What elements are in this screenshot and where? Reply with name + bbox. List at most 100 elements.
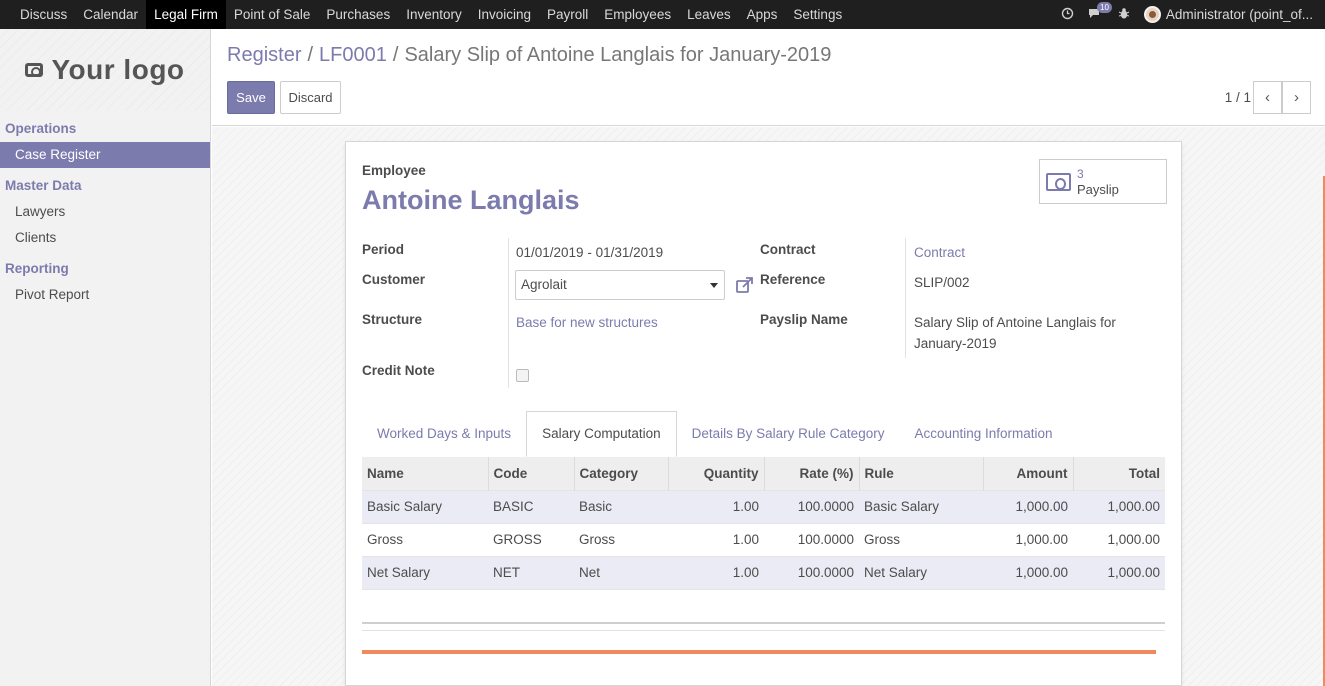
cell-total: 1,000.00 — [1073, 522, 1165, 556]
caret-down-icon — [710, 283, 718, 288]
cell-name: Net Salary — [362, 555, 488, 590]
column-header-category[interactable]: Category — [573, 457, 668, 490]
customer-select[interactable]: Agrolait — [515, 270, 725, 300]
app-menu: Discuss Calendar Legal Firm Point of Sal… — [0, 0, 850, 29]
tab-worked-days-inputs[interactable]: Worked Days & Inputs — [362, 412, 526, 457]
menu-payroll[interactable]: Payroll — [539, 0, 596, 29]
chevron-left-icon: ‹ — [1265, 89, 1270, 106]
menu-apps[interactable]: Apps — [739, 0, 786, 29]
column-header-quantity[interactable]: Quantity — [667, 457, 764, 490]
structure-link[interactable]: Base for new structures — [516, 315, 658, 330]
table-row[interactable]: Net Salary NET Net 1.00 100.0000 Net Sal… — [362, 555, 1165, 590]
reference-label: Reference — [760, 272, 826, 287]
payslip-name-line1[interactable]: Salary Slip of Antoine Langlais for — [914, 315, 1116, 330]
sidebar-item-case-register[interactable]: Case Register — [0, 142, 210, 168]
column-header-amount[interactable]: Amount — [982, 457, 1073, 490]
menu-purchases[interactable]: Purchases — [318, 0, 398, 29]
table-row[interactable]: Gross GROSS Gross 1.00 100.0000 Gross 1,… — [362, 522, 1165, 556]
sidebar-item-lawyers[interactable]: Lawyers — [0, 199, 210, 225]
breadcrumb-case[interactable]: LF0001 — [319, 44, 387, 67]
customer-value: Agrolait — [521, 277, 567, 292]
messages-icon[interactable]: 10 — [1088, 1, 1112, 23]
pager-next-button[interactable]: › — [1282, 81, 1311, 114]
user-name: Administrator (point_of... — [1165, 7, 1313, 22]
clock-icon[interactable] — [1061, 7, 1074, 23]
pager-previous-button[interactable]: ‹ — [1253, 81, 1282, 114]
payslip-label: Payslip — [1077, 181, 1119, 197]
cell-category: Basic — [574, 489, 668, 523]
column-divider — [905, 238, 906, 358]
column-header-rule[interactable]: Rule — [858, 457, 983, 490]
cell-code: NET — [488, 555, 574, 590]
cell-rule: Net Salary — [859, 555, 983, 590]
column-header-name[interactable]: Name — [362, 457, 488, 490]
highlight-bar — [362, 650, 1156, 654]
column-header-rate[interactable]: Rate (%) — [763, 457, 859, 490]
sidebar-item-pivot-report[interactable]: Pivot Report — [0, 282, 210, 308]
user-menu[interactable]: Administrator (point_of... — [1143, 6, 1313, 23]
breadcrumb-current: Salary Slip of Antoine Langlais for Janu… — [404, 44, 832, 66]
menu-calendar[interactable]: Calendar — [75, 0, 146, 29]
menu-leaves[interactable]: Leaves — [679, 0, 739, 29]
cell-amount: 1,000.00 — [983, 555, 1073, 590]
period-value[interactable]: 01/01/2019 - 01/31/2019 — [516, 245, 663, 260]
breadcrumb-register[interactable]: Register — [227, 44, 301, 67]
sidebar-section-reporting: Reporting — [5, 261, 69, 276]
period-label: Period — [362, 242, 405, 257]
breadcrumb-separator: / — [392, 44, 399, 66]
breadcrumb: Register / LF0001 / Salary Slip of Antoi… — [227, 44, 831, 67]
bug-icon[interactable] — [1118, 7, 1130, 23]
menu-inventory[interactable]: Inventory — [398, 0, 470, 29]
pager: 1 / 1 ‹ › — [1225, 81, 1311, 114]
cell-quantity: 1.00 — [668, 555, 764, 590]
payslip-smart-button[interactable]: 3 Payslip — [1039, 159, 1167, 204]
tab-salary-computation[interactable]: Salary Computation — [526, 411, 677, 457]
credit-note-label: Credit Note — [362, 363, 435, 378]
menu-discuss[interactable]: Discuss — [12, 0, 75, 29]
structure-label: Structure — [362, 312, 423, 327]
tab-details-by-salary-rule-category[interactable]: Details By Salary Rule Category — [677, 412, 900, 457]
divider — [362, 630, 1165, 631]
menu-settings[interactable]: Settings — [785, 0, 850, 29]
discard-button[interactable]: Discard — [280, 81, 341, 114]
message-count-badge: 10 — [1097, 1, 1112, 13]
camera-icon — [25, 63, 44, 77]
avatar — [1143, 6, 1161, 23]
cell-total: 1,000.00 — [1073, 489, 1165, 523]
breadcrumb-separator: / — [307, 44, 314, 66]
payslip-name-line2[interactable]: January-2019 — [914, 336, 997, 351]
cell-quantity: 1.00 — [668, 522, 764, 556]
payslip-name-label: Payslip Name — [760, 312, 848, 327]
pager-value[interactable]: 1 / 1 — [1225, 90, 1251, 105]
menu-employees[interactable]: Employees — [596, 0, 679, 29]
divider — [362, 622, 1165, 624]
cell-rate: 100.0000 — [764, 555, 859, 590]
save-button[interactable]: Save — [227, 81, 275, 114]
contract-link[interactable]: Contract — [914, 245, 965, 260]
credit-note-checkbox[interactable] — [516, 369, 529, 382]
cell-amount: 1,000.00 — [983, 489, 1073, 523]
cell-category: Gross — [574, 522, 668, 556]
employee-name[interactable]: Antoine Langlais — [362, 185, 580, 216]
contract-label: Contract — [760, 242, 816, 257]
cell-code: BASIC — [488, 489, 574, 523]
chevron-right-icon: › — [1294, 89, 1299, 106]
cell-total: 1,000.00 — [1073, 555, 1165, 590]
sidebar-item-clients[interactable]: Clients — [0, 225, 210, 251]
menu-legal-firm[interactable]: Legal Firm — [146, 0, 226, 29]
external-link-icon[interactable] — [735, 275, 755, 295]
sidebar-section-master-data: Master Data — [5, 178, 82, 193]
sidebar: Your logo Operations Case Register Maste… — [0, 29, 211, 686]
reference-value[interactable]: SLIP/002 — [914, 275, 970, 290]
menu-point-of-sale[interactable]: Point of Sale — [226, 0, 319, 29]
form-sheet: Employee Antoine Langlais 3 Payslip Peri… — [345, 141, 1182, 686]
table-row[interactable]: Basic Salary BASIC Basic 1.00 100.0000 B… — [362, 489, 1165, 523]
sidebar-section-operations: Operations — [5, 121, 77, 136]
customer-label: Customer — [362, 272, 426, 287]
employee-label: Employee — [362, 163, 426, 178]
company-logo[interactable]: Your logo — [0, 29, 210, 111]
column-header-code[interactable]: Code — [487, 457, 574, 490]
menu-invoicing[interactable]: Invoicing — [470, 0, 539, 29]
column-header-total[interactable]: Total — [1072, 457, 1165, 490]
tab-accounting-information[interactable]: Accounting Information — [899, 412, 1067, 457]
